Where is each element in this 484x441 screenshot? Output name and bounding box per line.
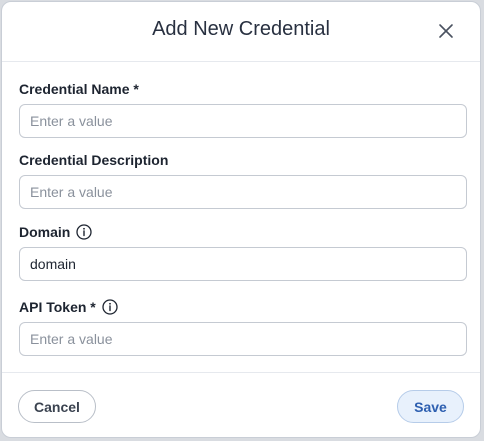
api-token-field: API Token *	[19, 298, 467, 356]
domain-field: Domain	[19, 223, 467, 281]
close-icon[interactable]	[436, 21, 456, 41]
dialog-header: Add New Credential	[2, 2, 480, 62]
api-token-label-text: API Token *	[19, 299, 96, 315]
credential-description-label: Credential Description	[19, 151, 467, 169]
credential-name-field: Credential Name *	[19, 80, 467, 138]
info-icon[interactable]	[102, 299, 118, 315]
domain-label: Domain	[19, 223, 467, 241]
credential-description-input[interactable]	[19, 175, 467, 209]
domain-label-text: Domain	[19, 224, 71, 240]
credential-name-label: Credential Name *	[19, 80, 467, 98]
dialog-footer: Cancel Save	[2, 372, 480, 437]
save-button[interactable]: Save	[397, 390, 464, 423]
credential-description-field: Credential Description	[19, 151, 467, 209]
info-icon[interactable]	[76, 224, 92, 240]
credential-name-input[interactable]	[19, 104, 467, 138]
cancel-button[interactable]: Cancel	[18, 390, 96, 423]
api-token-input[interactable]	[19, 322, 467, 356]
dialog-body: Credential Name * Credential Description…	[2, 62, 480, 372]
add-credential-dialog: Add New Credential Credential Name * Cre…	[1, 1, 481, 438]
domain-input[interactable]	[19, 247, 467, 281]
dialog-title: Add New Credential	[152, 18, 330, 40]
credential-name-label-text: Credential Name *	[19, 81, 139, 97]
credential-description-label-text: Credential Description	[19, 152, 169, 168]
api-token-label: API Token *	[19, 298, 467, 316]
